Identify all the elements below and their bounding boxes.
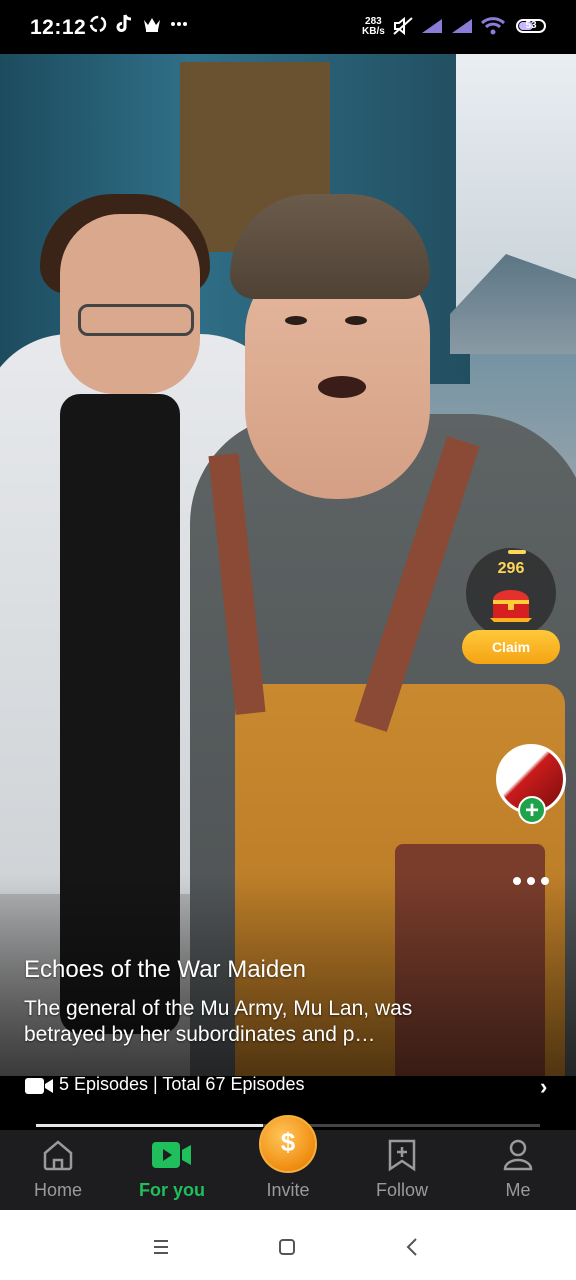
tiktok-icon <box>116 14 132 33</box>
sync-icon <box>89 15 107 33</box>
video-camera-icon <box>25 1078 53 1094</box>
dot <box>527 877 535 885</box>
bookmark-plus-icon <box>388 1139 416 1172</box>
tab-me[interactable]: Me <box>468 1130 568 1210</box>
status-left-icons <box>88 14 188 34</box>
menu-icon[interactable] <box>146 1232 176 1262</box>
coin-icon[interactable]: $ <box>259 1115 317 1173</box>
battery-icon: 53 <box>516 19 546 33</box>
signal-icon <box>452 19 472 33</box>
profile-icon <box>503 1139 533 1171</box>
home-icon <box>43 1140 73 1171</box>
dot <box>513 877 521 885</box>
screen: 12:12 283 KB/s 53 296 Claim + Echoes of … <box>0 0 576 1280</box>
tab-for-you[interactable]: For you <box>122 1130 222 1210</box>
mute-icon <box>393 16 413 36</box>
chevron-right-icon[interactable]: › <box>540 1074 547 1100</box>
mouth <box>318 376 366 398</box>
tab-home-label: Home <box>33 1180 82 1200</box>
reward-count: 296 <box>497 560 525 577</box>
status-time: 12:12 <box>30 16 87 39</box>
claim-button[interactable]: Claim <box>462 630 560 664</box>
wifi-icon <box>480 17 506 35</box>
video-camera-icon <box>152 1142 191 1168</box>
dot <box>541 877 549 885</box>
drama-title[interactable]: Echoes of the War Maiden <box>24 956 484 984</box>
glasses <box>78 304 194 336</box>
drama-description[interactable]: The general of the Mu Army, Mu Lan, was … <box>24 996 464 1048</box>
episodes-text: 5 Episodes | Total 67 Episodes <box>59 1074 305 1094</box>
back-icon[interactable] <box>398 1232 428 1262</box>
tab-follow-label: Follow <box>375 1180 428 1200</box>
more-dots-icon <box>171 22 187 26</box>
tab-home[interactable]: Home <box>8 1130 108 1210</box>
home-button-icon[interactable] <box>272 1232 302 1262</box>
eye-right <box>345 316 367 325</box>
status-bar: 12:12 283 KB/s 53 <box>0 0 576 54</box>
reward-progress-arc <box>508 550 526 554</box>
net-speed: 283 KB/s <box>362 17 385 37</box>
tab-for-you-label: For you <box>139 1180 205 1200</box>
status-right-icons: 53 <box>392 16 546 36</box>
signal-icon <box>422 19 442 33</box>
playback-progress-fill <box>36 1124 263 1127</box>
more-options-button[interactable] <box>508 870 554 892</box>
system-nav-bar <box>0 1210 576 1280</box>
tab-follow[interactable]: Follow <box>352 1130 452 1210</box>
net-speed-unit: KB/s <box>362 26 385 37</box>
reward-widget[interactable]: 296 Claim <box>462 548 560 666</box>
eye-left <box>285 316 307 325</box>
tab-invite-label: Invite <box>266 1180 310 1200</box>
treasure-chest-icon <box>490 590 532 622</box>
battery-level: 53 <box>525 20 537 31</box>
tab-me-label: Me <box>505 1180 531 1200</box>
follow-plus-button[interactable]: + <box>518 796 546 824</box>
crown-icon <box>144 18 160 32</box>
